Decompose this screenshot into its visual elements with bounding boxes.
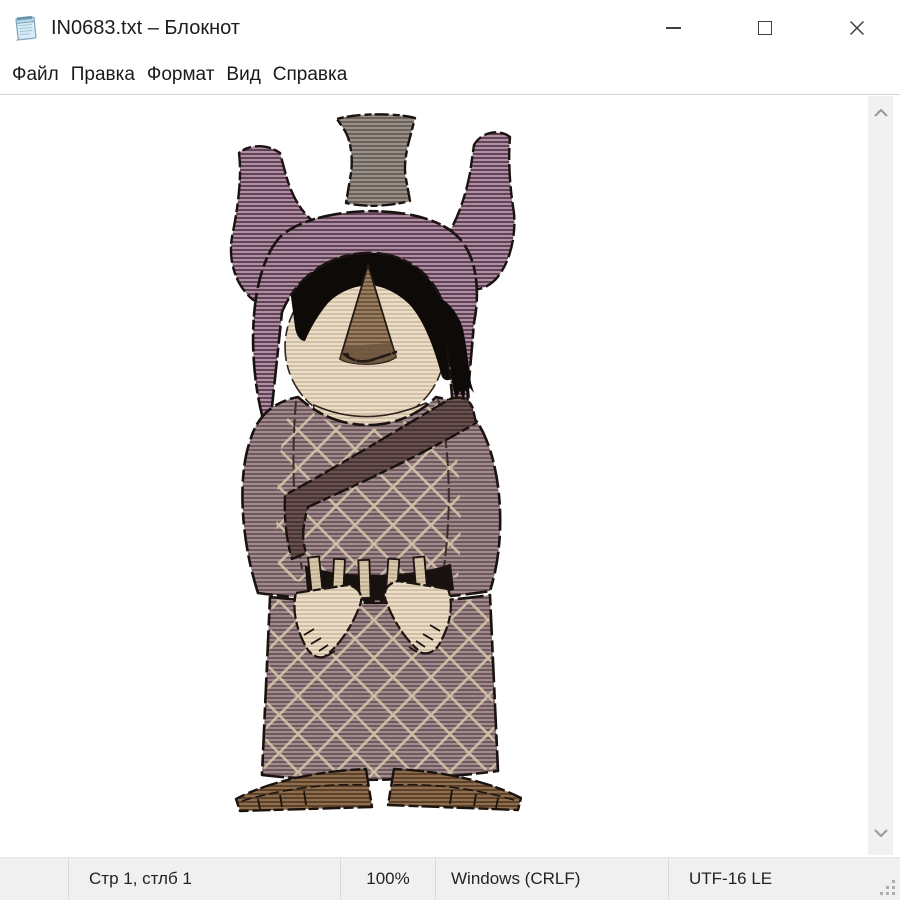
menu-bar: Файл Правка Формат Вид Справка [0, 56, 900, 94]
status-cursor-position: Стр 1, стлб 1 [68, 858, 340, 900]
status-encoding: UTF-16 LE [689, 869, 772, 889]
left-shoe [236, 769, 372, 811]
notepad-window: IN0683.txt – Блокнот Файл Правка Формат … [0, 0, 900, 900]
minimize-icon [666, 27, 681, 29]
minimize-button[interactable] [650, 6, 696, 50]
window-title: IN0683.txt – Блокнот [51, 17, 240, 40]
menu-item-format[interactable]: Формат [147, 64, 215, 86]
menu-item-edit[interactable]: Правка [71, 64, 135, 86]
status-spacer [0, 858, 68, 900]
text-editor-area[interactable] [0, 94, 900, 855]
resize-grip[interactable] [879, 879, 897, 897]
scroll-up-button[interactable] [868, 109, 893, 123]
status-line-ending: Windows (CRLF) [435, 858, 668, 900]
menu-item-view[interactable]: Вид [226, 64, 260, 86]
close-button[interactable] [834, 6, 880, 50]
close-icon [849, 20, 865, 36]
text-art-figure [222, 107, 522, 822]
status-encoding-cell: UTF-16 LE [668, 858, 900, 900]
hat-crest [337, 114, 415, 205]
chevron-up-icon [874, 109, 888, 117]
window-controls [650, 0, 880, 56]
scroll-down-button[interactable] [868, 829, 893, 843]
menu-item-help[interactable]: Справка [273, 64, 348, 86]
maximize-button[interactable] [742, 6, 788, 50]
status-bar: Стр 1, стлб 1 100% Windows (CRLF) UTF-16… [0, 857, 900, 900]
vertical-scrollbar[interactable] [868, 96, 893, 855]
chevron-down-icon [874, 829, 888, 837]
menu-item-file[interactable]: Файл [12, 64, 59, 86]
titlebar[interactable]: IN0683.txt – Блокнот [0, 0, 900, 56]
status-zoom-level: 100% [340, 858, 435, 900]
maximize-icon [758, 21, 772, 35]
notepad-icon [11, 13, 41, 43]
right-shoe [388, 769, 521, 810]
